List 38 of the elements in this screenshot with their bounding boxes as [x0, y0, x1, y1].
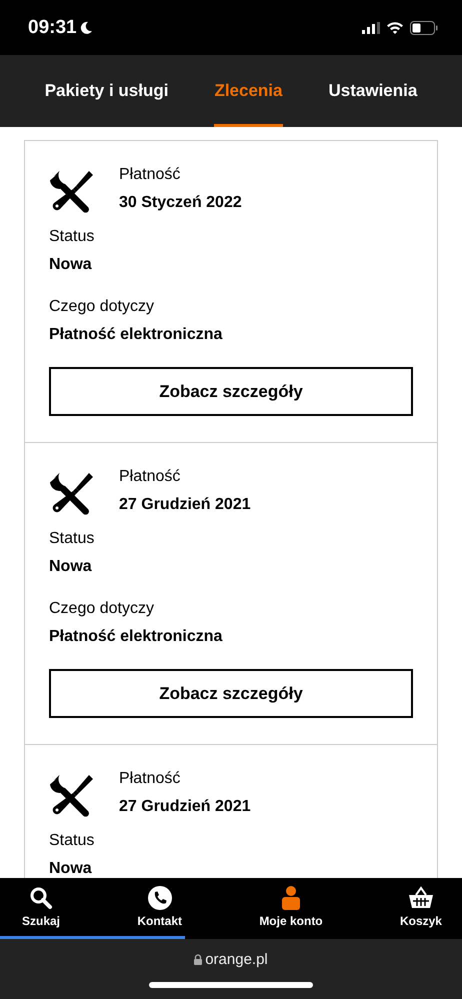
subject-label: Czego dotyczy: [49, 297, 155, 317]
tab[interactable]: Pakiety i usługi: [44, 55, 168, 127]
status-time: 09:31: [28, 16, 77, 38]
order-type: Płatność: [119, 467, 182, 487]
order-date: 30 Styczeń 2022: [119, 193, 242, 213]
order-date: 27 Grudzień 2021: [119, 797, 251, 817]
status-label: Status: [49, 227, 96, 247]
moon-icon: [78, 20, 93, 34]
tab[interactable]: Ustawienia: [328, 55, 418, 127]
lock-icon: [194, 954, 202, 965]
tools-icon: [49, 471, 95, 517]
nav-item[interactable]: Koszyk: [400, 878, 442, 936]
basket-icon: [408, 886, 434, 910]
status-label: Status: [49, 529, 96, 549]
subject-value: Płatność elektroniczna: [49, 325, 224, 345]
nav-item[interactable]: Kontakt: [137, 878, 182, 936]
search-icon: [29, 886, 53, 910]
signal-icon: [362, 22, 380, 34]
nav-item[interactable]: Moje konto: [259, 878, 323, 936]
battery-icon: [410, 20, 438, 34]
order-type: Płatność: [119, 165, 182, 185]
details-button[interactable]: Zobacz szczegóły: [49, 669, 413, 718]
subject-label: Czego dotyczy: [49, 599, 155, 619]
phone-icon: [148, 886, 172, 910]
tools-icon: [49, 773, 95, 819]
wifi-icon: [386, 21, 404, 34]
status-value: Nowa: [49, 557, 93, 577]
order-date: 27 Grudzień 2021: [119, 495, 251, 515]
status-value: Nowa: [49, 859, 93, 878]
order-type: Płatność: [119, 769, 182, 789]
nav-item[interactable]: Szukaj: [22, 878, 60, 936]
status-value: Nowa: [49, 255, 93, 275]
subject-value: Płatność elektroniczna: [49, 627, 224, 647]
details-button[interactable]: Zobacz szczegóły: [49, 367, 413, 416]
tools-icon: [49, 169, 95, 215]
url-text: orange.pl: [205, 951, 268, 968]
person-icon: [282, 886, 300, 910]
status-label: Status: [49, 831, 96, 851]
